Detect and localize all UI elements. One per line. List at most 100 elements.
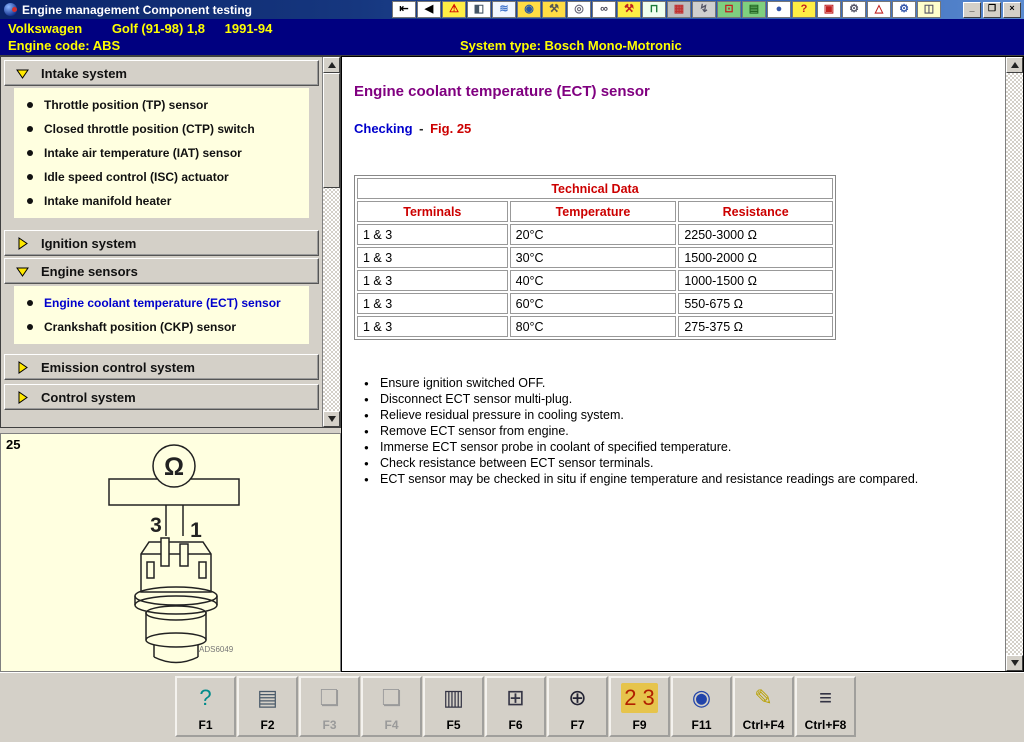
- engine-management-button[interactable]: 2 3 F9: [609, 676, 670, 737]
- locate-component-button[interactable]: ◉ F11: [671, 676, 732, 737]
- button-key-label: F1: [198, 718, 212, 732]
- scroll-up-button[interactable]: [323, 57, 340, 73]
- button-icon: ❏: [379, 683, 405, 713]
- main-scrollbar[interactable]: [1005, 57, 1023, 671]
- cell-terminals: 1 & 3: [357, 316, 508, 337]
- warning-icon[interactable]: ⚠: [442, 1, 466, 18]
- cell-resistance: 1000-1500 Ω: [678, 270, 833, 291]
- procedure-step: Immerse ECT sensor probe in coolant of s…: [358, 439, 918, 455]
- procedure-step: Check resistance between ECT sensor term…: [358, 455, 918, 471]
- scroll-track[interactable]: [1006, 73, 1023, 655]
- wiring-diagram-button[interactable]: ▥ F5: [423, 676, 484, 737]
- cell-resistance: 550-675 Ω: [678, 293, 833, 314]
- intake-items: Throttle position (TP) sensor Closed thr…: [14, 88, 309, 218]
- tree-item[interactable]: Closed throttle position (CTP) switch: [14, 117, 309, 141]
- timing-icon[interactable]: ◉: [517, 1, 541, 18]
- cell-temperature: 30°C: [510, 247, 677, 268]
- scroll-down-button[interactable]: [323, 411, 340, 427]
- wheel-icon[interactable]: ◎: [567, 1, 591, 18]
- dashboard-icon[interactable]: ▦: [667, 1, 691, 18]
- index-button[interactable]: ≡ Ctrl+F8: [795, 676, 856, 737]
- cell-terminals: 1 & 3: [357, 293, 508, 314]
- button-icon: ?: [196, 683, 214, 713]
- tree-item-label: Intake manifold heater: [44, 194, 171, 208]
- light-switch-icon[interactable]: ◫: [917, 1, 941, 18]
- close-button[interactable]: ×: [1003, 2, 1021, 18]
- tree-item[interactable]: Crankshaft position (CKP) sensor: [14, 315, 309, 339]
- mouse-adjust-icon[interactable]: ⚒: [542, 1, 566, 18]
- section-label: Control system: [41, 390, 136, 405]
- print-icon[interactable]: ▤: [742, 1, 766, 18]
- first-page-icon[interactable]: ⇤: [392, 1, 416, 18]
- scroll-up-button[interactable]: [1006, 57, 1023, 73]
- page-title: Engine coolant temperature (ECT) sensor: [354, 83, 650, 100]
- tree-item[interactable]: Idle speed control (ISC) actuator: [14, 165, 309, 189]
- bullet-icon: [27, 126, 33, 132]
- engine-icon[interactable]: ⚙: [842, 1, 866, 18]
- sidebar-scrollbar[interactable]: [322, 57, 340, 427]
- table-column-header: Resistance: [678, 201, 833, 222]
- help-button[interactable]: ? F1: [175, 676, 236, 737]
- tree-item[interactable]: Throttle position (TP) sensor: [14, 93, 309, 117]
- spark-plug-icon[interactable]: ↯: [692, 1, 716, 18]
- back-icon[interactable]: ◀: [417, 1, 441, 18]
- tree-item[interactable]: Intake manifold heater: [14, 189, 309, 213]
- table-title: Technical Data: [357, 178, 833, 199]
- print-button[interactable]: ▤ F2: [237, 676, 298, 737]
- scroll-down-button[interactable]: [1006, 655, 1023, 671]
- section-intake-system[interactable]: Intake system: [4, 60, 319, 86]
- expanded-arrow-icon: [15, 66, 30, 81]
- procedure-list: Ensure ignition switched OFF. Disconnect…: [358, 375, 918, 487]
- cell-terminals: 1 & 3: [357, 247, 508, 268]
- scroll-track[interactable]: [323, 188, 340, 411]
- tree-item[interactable]: Intake air temperature (IAT) sensor: [14, 141, 309, 165]
- cell-terminals: 1 & 3: [357, 270, 508, 291]
- notes-button[interactable]: ✎ Ctrl+F4: [733, 676, 794, 737]
- cell-resistance: 275-375 Ω: [678, 316, 833, 337]
- tree-item-label: Closed throttle position (CTP) switch: [44, 122, 255, 136]
- next-figure-button[interactable]: ❏ F4: [361, 676, 422, 737]
- section-engine-sensors[interactable]: Engine sensors: [4, 258, 319, 284]
- tree-item-label: Throttle position (TP) sensor: [44, 98, 208, 112]
- contents-icon[interactable]: ◧: [467, 1, 491, 18]
- mouse-icon[interactable]: ●: [767, 1, 791, 18]
- terminal-1-label: 1: [190, 519, 202, 542]
- button-key-label: F2: [260, 718, 274, 732]
- figure-image-code: ADS6049: [199, 645, 234, 654]
- procedure-step: Relieve residual pressure in cooling sys…: [358, 407, 918, 423]
- inspection-icon[interactable]: ∞: [592, 1, 616, 18]
- section-emission-control[interactable]: Emission control system: [4, 354, 319, 380]
- app-icon: [4, 3, 17, 16]
- prev-figure-button[interactable]: ❏ F3: [299, 676, 360, 737]
- checking-link[interactable]: Checking: [354, 121, 413, 136]
- table-row: 1 & 3 20°C 2250-3000 Ω: [357, 224, 833, 245]
- button-icon: ✎: [751, 683, 775, 713]
- connector-pins-button[interactable]: ⊞ F6: [485, 676, 546, 737]
- help-vehicle-icon[interactable]: ?: [792, 1, 816, 18]
- section-ignition-system[interactable]: Ignition system: [4, 230, 319, 256]
- tree-item[interactable]: Engine coolant temperature (ECT) sensor: [14, 291, 309, 315]
- adjustment-locations-button[interactable]: ⊕ F7: [547, 676, 608, 737]
- system-type: System type: Bosch Mono-Motronic: [460, 38, 682, 53]
- minimize-button[interactable]: _: [963, 2, 981, 18]
- table-row: 1 & 3 30°C 1500-2000 Ω: [357, 247, 833, 268]
- component-tree: Intake system Throttle position (TP) sen…: [0, 56, 341, 428]
- window-controls: _ ❐ ×: [963, 2, 1021, 18]
- restore-button[interactable]: ❐: [983, 2, 1001, 18]
- vehicle-lift-icon[interactable]: ⊓: [642, 1, 666, 18]
- scroll-thumb[interactable]: [323, 73, 340, 188]
- abs-icon[interactable]: ▣: [817, 1, 841, 18]
- hazard-car-icon[interactable]: △: [867, 1, 891, 18]
- section-control-system[interactable]: Control system: [4, 384, 319, 410]
- figure-panel: 25: [0, 433, 341, 672]
- button-icon: ⊕: [565, 683, 589, 713]
- vehicle-make: Volkswagen: [8, 21, 82, 36]
- procedure-step: Disconnect ECT sensor multi-plug.: [358, 391, 918, 407]
- exhaust-tool-icon[interactable]: ⚒: [617, 1, 641, 18]
- engine-test-icon[interactable]: ⊡: [717, 1, 741, 18]
- button-icon: ❏: [317, 683, 343, 713]
- transmission-icon[interactable]: ⚙: [892, 1, 916, 18]
- road-test-icon[interactable]: ≋: [492, 1, 516, 18]
- bullet-icon: [27, 150, 33, 156]
- section-label: Ignition system: [41, 236, 136, 251]
